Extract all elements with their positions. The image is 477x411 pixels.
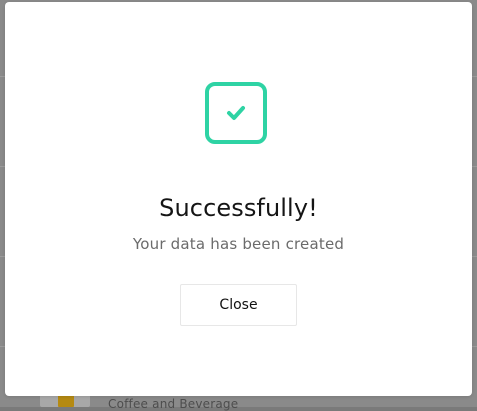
success-modal: Successfully! Your data has been created…	[5, 2, 472, 396]
product-category-label: Coffee and Beverage	[108, 397, 239, 411]
modal-message: Your data has been created	[132, 235, 345, 253]
modal-title: Successfully!	[159, 194, 318, 222]
close-button[interactable]: Close	[180, 284, 297, 326]
check-square-icon	[205, 82, 267, 144]
